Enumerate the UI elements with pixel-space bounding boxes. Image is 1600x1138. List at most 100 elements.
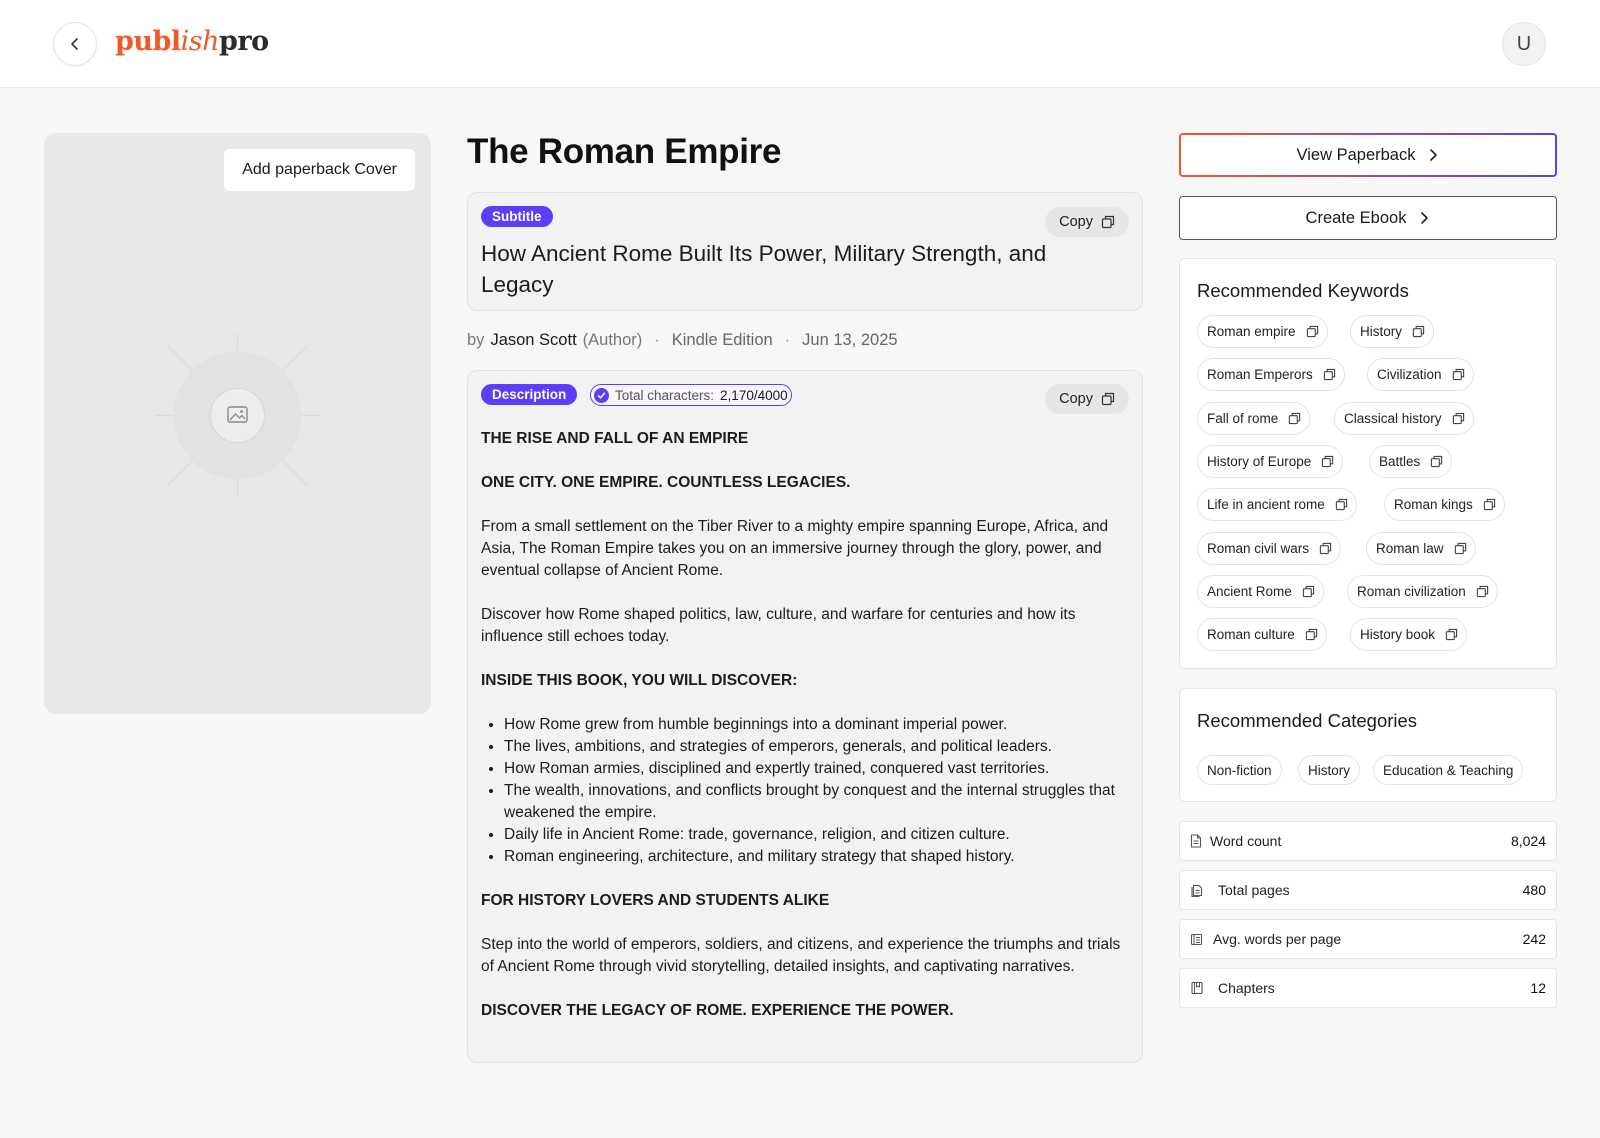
book-icon (1191, 981, 1203, 995)
book-title: The Roman Empire (467, 132, 782, 171)
keyword-chip[interactable]: Life in ancient rome (1197, 488, 1357, 521)
bullet-item: How Roman armies, disciplined and expert… (504, 758, 1131, 780)
stat-total-pages: Total pages 480 (1179, 870, 1557, 910)
keyword-chip[interactable]: History (1350, 315, 1435, 348)
logo-part-3: pro (219, 26, 269, 57)
description-tag: Description (481, 384, 578, 405)
keyword-chip[interactable]: Classical history (1334, 402, 1474, 435)
image-icon (155, 333, 320, 498)
stat-value: 12 (1530, 980, 1546, 996)
document-icon (1190, 834, 1202, 848)
keyword-chip[interactable]: History of Europe (1197, 445, 1344, 478)
pages-icon (1191, 884, 1203, 897)
stat-chapters: Chapters 12 (1179, 968, 1557, 1008)
bullet-item: Roman engineering, architecture, and mil… (504, 846, 1131, 868)
byline: by Jason Scott (Author) · Kindle Edition… (467, 331, 898, 350)
description-heading: ONE CITY. ONE EMPIRE. COUNTLESS LEGACIES… (481, 474, 851, 491)
category-chip[interactable]: Education & Teaching (1373, 755, 1524, 785)
publishpro-logo[interactable]: publ ish pro (115, 26, 269, 60)
view-paperback-button[interactable]: View Paperback (1179, 133, 1557, 177)
keyword-chip[interactable]: Ancient Rome (1197, 575, 1324, 608)
subtitle-text: How Ancient Rome Built Its Power, Milita… (481, 241, 1047, 297)
check-circle-icon (594, 387, 609, 403)
stat-label: Total pages (1218, 882, 1290, 898)
keyword-chip[interactable]: Roman culture (1197, 618, 1327, 651)
copy-label: Copy (1059, 391, 1093, 407)
copy-subtitle-button[interactable]: Copy (1045, 207, 1129, 237)
avatar[interactable]: U (1502, 22, 1546, 66)
keyword-chip[interactable]: Roman empire (1197, 315, 1328, 348)
copy-icon (1289, 412, 1301, 425)
keyword-chip[interactable]: Roman Emperors (1197, 358, 1345, 391)
bullet-item: The wealth, innovations, and conflicts b… (504, 780, 1131, 824)
author-role: (Author) (582, 331, 643, 349)
keyword-label: Roman Emperors (1207, 367, 1313, 382)
bullet-item: Daily life in Ancient Rome: trade, gover… (504, 824, 1131, 846)
keyword-label: Roman law (1376, 541, 1444, 556)
logo-part-1: publ (115, 26, 181, 57)
char-count-label: Total characters: (615, 387, 715, 403)
copy-icon (1452, 368, 1464, 381)
keyword-label: Ancient Rome (1207, 584, 1292, 599)
copy-icon (1412, 325, 1425, 338)
copy-icon (1322, 455, 1334, 468)
recommended-categories-card: Recommended Categories Non-fiction Histo… (1179, 688, 1557, 802)
stat-avg-words: Avg. words per page 242 (1179, 919, 1557, 959)
subtitle-panel: Subtitle Copy How Ancient Rome Built Its… (467, 192, 1143, 311)
keyword-chip[interactable]: Roman civil wars (1197, 532, 1342, 565)
chevron-right-icon (1421, 212, 1429, 224)
keyword-label: Battles (1379, 454, 1421, 469)
view-paperback-label: View Paperback (1296, 145, 1416, 164)
list-icon (1190, 933, 1203, 945)
description-paragraph: Discover how Rome shaped politics, law, … (481, 606, 1076, 645)
keyword-chip[interactable]: Roman law (1366, 532, 1476, 565)
copy-icon (1335, 498, 1347, 511)
copy-icon (1319, 542, 1332, 555)
copy-icon (1302, 585, 1314, 598)
description-bullet-list: How Rome grew from humble beginnings int… (504, 714, 1131, 868)
copy-icon (1483, 498, 1495, 511)
description-heading: FOR HISTORY LOVERS AND STUDENTS ALIKE (481, 892, 830, 909)
keyword-label: Life in ancient rome (1207, 497, 1325, 512)
copy-description-button[interactable]: Copy (1045, 384, 1129, 414)
copy-icon (1452, 412, 1464, 425)
keyword-chip[interactable]: Civilization (1367, 358, 1474, 391)
category-chip[interactable]: History (1298, 755, 1361, 785)
subtitle-tag: Subtitle (481, 206, 553, 227)
create-ebook-button[interactable]: Create Ebook (1179, 196, 1557, 240)
author-name[interactable]: Jason Scott (490, 331, 576, 350)
keyword-label: History of Europe (1207, 454, 1312, 469)
keyword-chip[interactable]: History book (1350, 618, 1468, 651)
copy-icon (1101, 215, 1115, 229)
stat-label: Word count (1210, 833, 1282, 849)
keyword-label: Fall of rome (1207, 411, 1279, 426)
bullet-item: How Rome grew from humble beginnings int… (504, 714, 1131, 736)
copy-icon (1431, 455, 1443, 468)
category-chip[interactable]: Non-fiction (1197, 755, 1282, 785)
stat-word-count: Word count 8,024 (1179, 821, 1557, 861)
copy-icon (1101, 392, 1115, 406)
keyword-label: Roman empire (1207, 324, 1296, 339)
back-button[interactable] (53, 22, 97, 66)
keyword-chip[interactable]: Roman civilization (1347, 575, 1498, 608)
copy-icon (1454, 542, 1466, 555)
edition: Kindle Edition (671, 331, 773, 349)
copy-icon (1445, 628, 1458, 641)
logo-part-2: ish (180, 26, 220, 57)
stat-value: 8,024 (1510, 833, 1546, 849)
stat-label: Chapters (1218, 980, 1275, 996)
keyword-chip[interactable]: Battles (1369, 445, 1453, 478)
description-heading: DISCOVER THE LEGACY OF ROME. EXPERIENCE … (481, 1002, 954, 1019)
keyword-label: Roman civilization (1357, 584, 1466, 599)
keyword-chip[interactable]: Roman kings (1384, 488, 1505, 521)
keyword-label: Roman civil wars (1207, 541, 1310, 556)
add-paperback-cover-button[interactable]: Add paperback Cover (224, 149, 415, 191)
description-heading: THE RISE AND FALL OF AN EMPIRE (481, 430, 749, 447)
stat-label: Avg. words per page (1213, 931, 1342, 947)
keywords-title: Recommended Keywords (1197, 280, 1409, 301)
keyword-chip[interactable]: Fall of rome (1197, 402, 1311, 435)
byline-prefix: by (467, 331, 485, 349)
bullet-item: The lives, ambitions, and strategies of … (504, 736, 1131, 758)
publish-date: Jun 13, 2025 (802, 331, 898, 349)
byline-separator: · (654, 331, 660, 349)
